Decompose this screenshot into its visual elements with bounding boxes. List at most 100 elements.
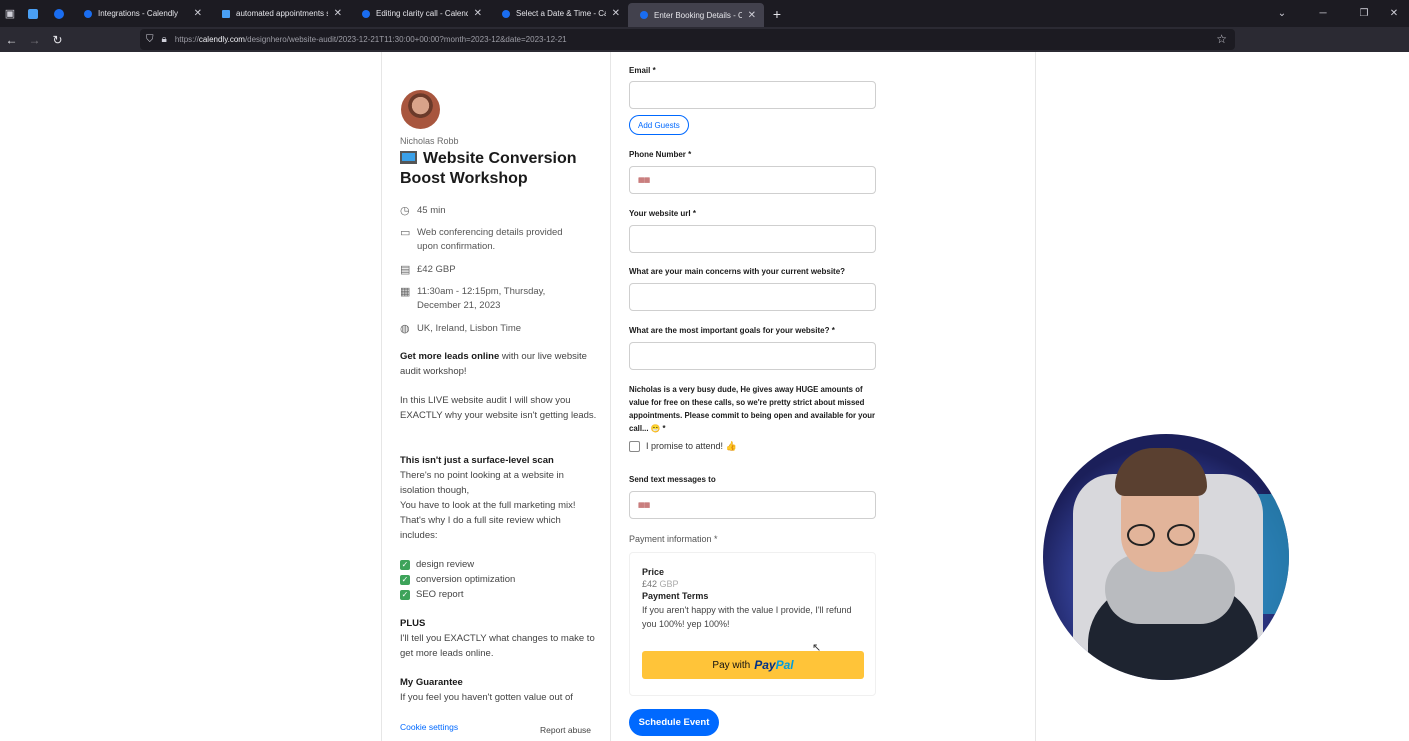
glasses-icon xyxy=(1127,524,1195,546)
doc-favicon-icon xyxy=(222,9,230,18)
shield-icon[interactable]: ⛉ xyxy=(146,34,154,45)
globe-icon: ◍ xyxy=(400,323,410,335)
uk-flag-icon[interactable]: ▦▦ xyxy=(638,176,650,184)
calendar-icon xyxy=(28,8,38,19)
payment-terms-heading: Payment Terms xyxy=(642,591,709,601)
payment-terms-text: If you aren't happy with the value I pro… xyxy=(642,605,852,629)
schedule-event-button[interactable]: Schedule Event xyxy=(629,709,719,736)
report-abuse-link[interactable]: Report abuse xyxy=(540,725,591,735)
description-paragraph: That's why I do a full site review which… xyxy=(400,515,561,541)
checklist-item: ✓ SEO report xyxy=(400,589,464,600)
lock-icon[interactable]: 🔒︎ xyxy=(162,34,167,45)
minimize-button[interactable]: ─ xyxy=(1297,8,1349,19)
price-heading: Price xyxy=(642,567,665,577)
window-controls: ⌄ ─ ❐ ✕ xyxy=(1267,0,1409,27)
promise-checkbox[interactable]: I promise to attend! 👍 xyxy=(629,441,737,452)
calendly-favicon-icon xyxy=(640,11,648,19)
tab-list-chevron-icon[interactable]: ⌄ xyxy=(1267,8,1297,19)
browser-tab-bar: ▣ Integrations - Calendly ✕ automated ap… xyxy=(0,0,1409,27)
price-row: ▤ £42 GBP xyxy=(400,264,456,276)
description-heading: This isn't just a surface-level scan xyxy=(400,455,554,466)
close-window-button[interactable]: ✕ xyxy=(1379,8,1409,19)
host-name: Nicholas Robb xyxy=(400,136,459,146)
url-bar[interactable]: ⛉ 🔒︎ https://calendly.com/designhero/web… xyxy=(140,29,1235,50)
timezone-row: ◍ UK, Ireland, Lisbon Time xyxy=(400,323,522,335)
email-field[interactable] xyxy=(629,81,876,109)
tab-integrations[interactable]: Integrations - Calendly ✕ xyxy=(72,0,210,27)
calendly-favicon-icon xyxy=(84,9,92,18)
conferencing-row: ▭ Web conferencing details provided upon… xyxy=(400,227,563,252)
webcam-overlay xyxy=(1043,434,1289,680)
forward-icon[interactable]: → xyxy=(23,33,46,47)
close-tab-icon[interactable]: ✕ xyxy=(334,8,342,19)
laptop-icon xyxy=(400,151,417,164)
description-heading: My Guarantee xyxy=(400,677,463,688)
url-text[interactable]: https://calendly.com/designhero/website-… xyxy=(175,35,567,44)
description-paragraph: You have to look at the full marketing m… xyxy=(400,500,576,511)
paypal-button[interactable]: Pay with PayPal xyxy=(642,651,864,679)
website-url-field[interactable] xyxy=(629,225,876,253)
goals-label: What are the most important goals for yo… xyxy=(629,326,835,335)
checkbox-checked-icon: ✓ xyxy=(400,574,410,585)
bookmark-star-icon[interactable]: ☆ xyxy=(1216,32,1227,46)
cookie-settings-link[interactable]: Cookie settings xyxy=(400,722,458,732)
calendly-favicon-icon xyxy=(362,9,370,18)
description-paragraph: In this LIVE website audit I will show y… xyxy=(400,395,597,421)
website-url-label: Your website url * xyxy=(629,209,696,218)
new-tab-button[interactable]: + xyxy=(764,6,790,22)
event-title: Website Conversion Boost Workshop xyxy=(400,150,577,187)
attendance-note: Nicholas is a very busy dude, He gives a… xyxy=(629,385,876,433)
goals-field[interactable] xyxy=(629,342,876,370)
page-content: Nicholas Robb Website Conversion Boost W… xyxy=(0,52,1409,741)
tab-editing-clarity-call[interactable]: Editing clarity call - Calendly ✕ xyxy=(350,0,490,27)
event-details-panel: Nicholas Robb Website Conversion Boost W… xyxy=(382,52,611,741)
checkbox-checked-icon: ✓ xyxy=(400,589,410,600)
tab-overview-icon[interactable]: ▣ xyxy=(0,0,20,27)
description-heading: PLUS xyxy=(400,618,426,629)
pinned-tab-calendar[interactable] xyxy=(20,0,46,27)
description-paragraph: I'll tell you EXACTLY what changes to ma… xyxy=(400,633,595,659)
payment-box: Price £42 GBP Payment Terms If you aren'… xyxy=(629,552,876,696)
tab-automated-appointments[interactable]: automated appointments sche ✕ xyxy=(210,0,350,27)
sms-phone-field[interactable]: ▦▦ xyxy=(629,491,876,519)
close-tab-icon[interactable]: ✕ xyxy=(194,8,202,19)
credit-card-icon: ▤ xyxy=(400,264,411,276)
phone-field[interactable]: ▦▦ xyxy=(629,166,876,194)
payment-info-label: Payment information * xyxy=(629,534,718,544)
calendly-icon xyxy=(54,8,64,19)
concerns-field[interactable] xyxy=(629,283,876,311)
close-tab-icon[interactable]: ✕ xyxy=(612,8,620,19)
close-tab-icon[interactable]: ✕ xyxy=(748,10,756,21)
checkbox-checked-icon: ✓ xyxy=(400,559,410,570)
description-paragraph: Get more leads online with our live webs… xyxy=(400,351,587,377)
checklist-item: ✓ design review xyxy=(400,559,475,570)
booking-card: Nicholas Robb Website Conversion Boost W… xyxy=(381,52,1036,741)
checklist-item: ✓ conversion optimization xyxy=(400,574,516,585)
email-label: Email * xyxy=(629,66,656,75)
person-hair xyxy=(1115,448,1207,496)
host-avatar xyxy=(401,90,440,129)
back-icon[interactable]: ← xyxy=(0,33,23,47)
duration-row: ◷ 45 min xyxy=(400,205,446,217)
checkbox[interactable] xyxy=(629,441,640,452)
restore-button[interactable]: ❐ xyxy=(1349,8,1379,19)
phone-label: Phone Number * xyxy=(629,150,692,159)
sms-label: Send text messages to xyxy=(629,475,716,484)
calendar-icon: ▦ xyxy=(400,286,411,298)
mouse-cursor-icon: ↖ xyxy=(812,642,822,654)
tab-select-date-time[interactable]: Select a Date & Time - Calendly ✕ xyxy=(490,0,628,27)
browser-nav-bar: ← → ↻ ⛉ 🔒︎ https://calendly.com/designhe… xyxy=(0,27,1409,72)
clock-icon: ◷ xyxy=(400,205,410,217)
video-camera-icon: ▭ xyxy=(400,227,411,239)
pinned-tab-calendly[interactable] xyxy=(46,0,72,27)
reload-icon[interactable]: ↻ xyxy=(46,33,69,47)
datetime-row: ▦ 11:30am - 12:15pm, Thursday, December … xyxy=(400,286,546,311)
paypal-logo: PayPal xyxy=(754,658,794,672)
tab-enter-booking-details[interactable]: Enter Booking Details - Calendly ✕ xyxy=(628,3,764,27)
calendly-favicon-icon xyxy=(502,9,510,18)
uk-flag-icon[interactable]: ▦▦ xyxy=(638,501,650,509)
add-guests-button[interactable]: Add Guests xyxy=(629,115,689,135)
description-paragraph: There's no point looking at a website in… xyxy=(400,470,564,496)
close-tab-icon[interactable]: ✕ xyxy=(474,8,482,19)
description-paragraph: If you feel you haven't gotten value out… xyxy=(400,692,573,703)
